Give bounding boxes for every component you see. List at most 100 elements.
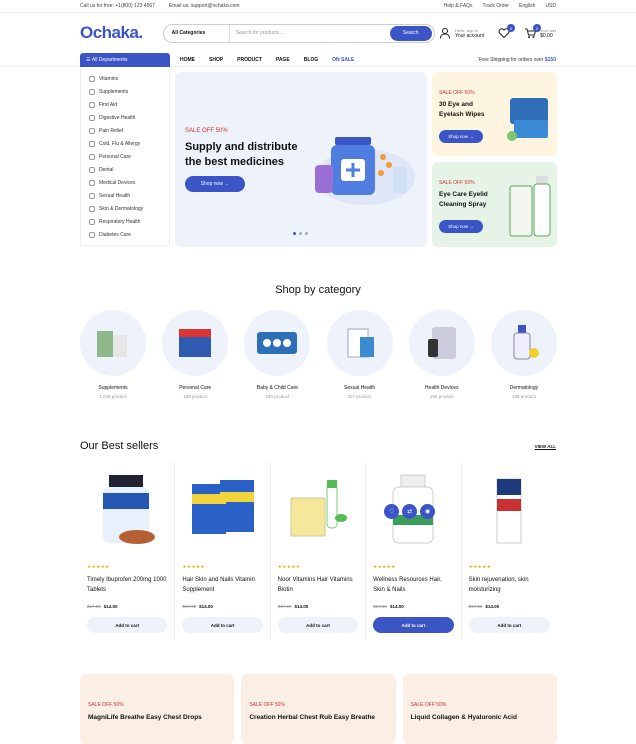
logo[interactable]: Ochaka.: [80, 23, 143, 43]
product-name[interactable]: Wellness Resources Hair, Skin & Nails: [373, 575, 453, 597]
wishlist-button[interactable]: 0: [498, 24, 516, 39]
dept-item[interactable]: Sexual Health: [89, 189, 169, 202]
category-name: Personal Care: [179, 385, 212, 391]
add-to-cart-button[interactable]: Add to cart: [468, 617, 550, 633]
dept-item[interactable]: Vitamins: [89, 72, 169, 85]
search-input[interactable]: Search for products...: [230, 30, 390, 36]
category-image: [244, 310, 311, 376]
track-order-link[interactable]: Track Order: [483, 3, 509, 9]
currency-select[interactable]: USD: [545, 3, 556, 9]
compare-icon[interactable]: ⇄: [402, 504, 418, 519]
product-name[interactable]: Skin rejuvenation, skin moisturizing: [469, 575, 550, 597]
nav-home[interactable]: HOME: [180, 57, 195, 63]
dept-item[interactable]: Dental: [89, 163, 169, 176]
promo-banner[interactable]: SALE OFF 50% Creation Herbal Chest Rub Ea…: [241, 674, 396, 744]
cart-button[interactable]: 0 Your cart $0.00: [524, 24, 556, 39]
main-nav: ☰ All Departments HOME SHOP PRODUCT PAGE…: [0, 52, 636, 67]
dept-label: Diabetes Care: [99, 231, 131, 238]
quick-view-icon[interactable]: ◉: [420, 504, 436, 519]
product-card[interactable]: ★★★★★ Hair Skin and Nails Vitamin Supple…: [175, 462, 271, 640]
email-text[interactable]: Email us: support@ochaka.com: [169, 3, 240, 9]
product-price: $17.00 $14.00: [182, 604, 262, 609]
category-baby-child-care[interactable]: Baby & Child Care 240 product: [244, 310, 311, 399]
hero-shop-button[interactable]: Shop now →: [185, 176, 245, 192]
product-card[interactable]: ★★★★★ Noor Vitamins Hair Vitamins Biotin…: [271, 462, 367, 640]
dept-item[interactable]: Digestive Health: [89, 111, 169, 124]
add-to-cart-button[interactable]: Add to cart: [373, 617, 454, 633]
product-name[interactable]: Hair Skin and Nails Vitamin Supplement: [182, 575, 262, 597]
category-health-devices[interactable]: Health Devices 195 product: [408, 310, 475, 399]
category-image: [490, 310, 557, 376]
add-to-cart-button[interactable]: Add to cart: [87, 617, 168, 633]
nav-blog[interactable]: BLOG: [304, 57, 318, 63]
product-name[interactable]: Timely Ibuprofen 200mg 1000 Tablets: [87, 575, 167, 597]
search-category-select[interactable]: All Categories: [164, 24, 230, 42]
dept-icon: [89, 127, 95, 134]
promo-banner[interactable]: SALE OFF 50% Liquid Collagen & Hyaluronic…: [402, 674, 557, 744]
language-select[interactable]: English: [519, 3, 535, 9]
category-supplements[interactable]: Supplements 1,246 product: [80, 310, 146, 399]
side-shop-label: Shop now: [448, 224, 469, 229]
side-shop-button[interactable]: Shop now →: [439, 130, 483, 143]
add-to-cart-button[interactable]: Add to cart: [277, 617, 359, 633]
shipping-amount: $150: [544, 56, 556, 63]
product-name[interactable]: Noor Vitamins Hair Vitamins Biotin: [278, 575, 358, 597]
dept-label: Supplements: [99, 88, 129, 95]
dept-item[interactable]: Pain Relief: [89, 124, 169, 137]
nav-page[interactable]: PAGE: [276, 57, 290, 63]
view-all-link[interactable]: VIEW ALL: [535, 444, 556, 449]
add-to-cart-button[interactable]: Add to cart: [182, 617, 263, 633]
old-price: $17.00: [87, 604, 101, 609]
dept-icon: [89, 192, 95, 199]
wishlist-heart-icon[interactable]: ♡: [384, 504, 400, 519]
dept-item[interactable]: First Aid: [89, 98, 169, 111]
dept-label: Skin & Dermatology: [99, 205, 144, 212]
old-price: $17.00: [277, 604, 292, 609]
old-price: $17.00: [182, 604, 197, 609]
promo-row: SALE OFF 50% MagniLife Breathe Easy Chest…: [80, 674, 557, 744]
dept-icon: [89, 218, 95, 225]
side-shop-label: Shop now: [448, 134, 469, 139]
account-link[interactable]: Hello, sign in Your account: [439, 27, 484, 39]
category-count: 240 product: [265, 394, 290, 399]
category-count: 195 product: [429, 394, 454, 399]
product-image: [182, 468, 262, 550]
side-sale-tag: SALE OFF 50%: [439, 180, 475, 186]
dept-item[interactable]: Diabetes Care: [89, 228, 169, 241]
hero-banner: SALE OFF 50% Supply and distribute the b…: [175, 72, 427, 247]
rating-stars: ★★★★★: [87, 564, 110, 569]
dept-item[interactable]: Personal Care: [89, 150, 169, 163]
product-grid: ★★★★★ Timely Ibuprofen 200mg 1000 Tablet…: [80, 462, 557, 640]
nav-shop[interactable]: SHOP: [209, 57, 223, 63]
search-button[interactable]: Search: [389, 25, 432, 41]
dept-item[interactable]: Skin & Dermatology: [89, 202, 169, 215]
carousel-dots[interactable]: [293, 232, 308, 235]
category-count: 189 product: [183, 394, 208, 399]
dept-item[interactable]: Medical Devices: [89, 176, 169, 189]
side-shop-button[interactable]: Shop now →: [439, 220, 483, 233]
product-card[interactable]: ★★★★★ Timely Ibuprofen 200mg 1000 Tablet…: [80, 462, 176, 640]
category-list: Supplements 1,246 product Personal Care 18…: [80, 310, 557, 399]
dept-icon: [89, 75, 95, 82]
top-bar: Call us for free: +1(800) 123 4567 Email…: [0, 0, 636, 13]
category-dermatology[interactable]: Dermatology 188 product: [490, 310, 557, 399]
promo-banner[interactable]: SALE OFF 50% MagniLife Breathe Easy Chest…: [80, 674, 235, 744]
nav-on-sale[interactable]: ON SALE: [332, 57, 354, 63]
product-card[interactable]: ★★★★★ Skin rejuvenation, skin moisturizi…: [462, 462, 557, 640]
nav-product[interactable]: PRODUCT: [237, 57, 262, 63]
category-sexual-health[interactable]: Sexual Health 327 product: [326, 310, 393, 399]
product-card[interactable]: ♡ ⇄ ◉ ★★★★★ Wellness Resources Hair, Ski…: [366, 462, 462, 640]
dept-icon: [89, 179, 95, 186]
dept-item[interactable]: Supplements: [89, 85, 169, 98]
category-image: [162, 310, 229, 376]
dept-item[interactable]: Respiratory Health: [89, 215, 169, 228]
dept-icon: [89, 101, 95, 108]
department-list: Vitamins Supplements First Aid Digestive…: [80, 68, 170, 246]
cart-total: $0.00: [540, 32, 553, 39]
promo-card-eye-wipes: SALE OFF 50% 30 Eye and Eyelash Wipes Sh…: [432, 72, 557, 156]
help-link[interactable]: Help & FAQs: [444, 3, 473, 9]
category-personal-care[interactable]: Personal Care 189 product: [162, 310, 229, 399]
dept-item[interactable]: Cold, Flu & Allergy: [89, 137, 169, 150]
all-departments-button[interactable]: ☰ All Departments: [80, 52, 170, 67]
dept-icon: [89, 140, 95, 147]
